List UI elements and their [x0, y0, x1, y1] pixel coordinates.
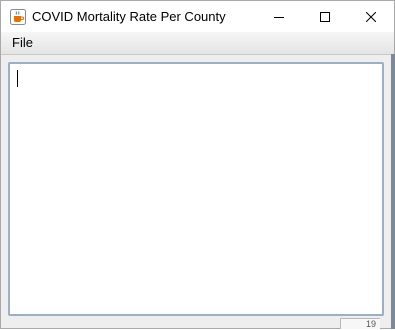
maximize-button[interactable]	[302, 1, 348, 32]
window-controls	[256, 1, 394, 32]
close-button[interactable]	[348, 1, 394, 32]
background-window-peek: 19	[340, 318, 380, 329]
minimize-button[interactable]	[256, 1, 302, 32]
background-window-edge	[391, 54, 395, 329]
menu-bar: File	[1, 32, 394, 55]
text-caret	[17, 70, 18, 87]
java-cup-icon[interactable]	[10, 8, 26, 25]
maximize-icon	[320, 11, 330, 22]
window-title: COVID Mortality Rate Per County	[32, 9, 226, 24]
output-text-area[interactable]	[8, 62, 384, 316]
title-bar[interactable]: COVID Mortality Rate Per County	[1, 1, 394, 32]
close-icon	[366, 11, 376, 22]
content-pane	[1, 55, 394, 328]
minimize-icon	[274, 16, 284, 18]
app-window: COVID Mortality Rate Per County File	[0, 0, 395, 329]
menu-file[interactable]: File	[7, 35, 38, 51]
